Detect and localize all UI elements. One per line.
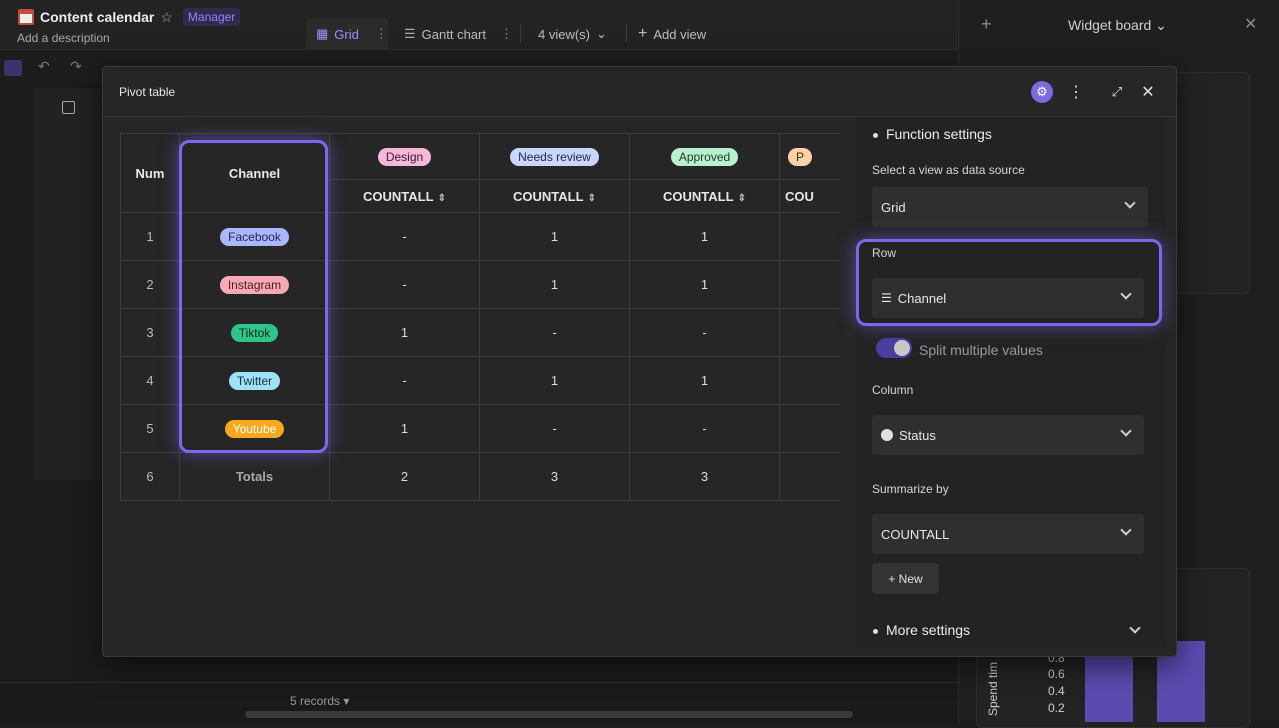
close-icon[interactable]: ✕ (1244, 14, 1257, 34)
split-values-label: Split multiple values (919, 342, 1043, 358)
sort-icon[interactable]: ⇕ (588, 193, 596, 204)
single-select-icon (881, 429, 893, 441)
divider (520, 24, 521, 42)
function-settings-heading[interactable]: Function settings (873, 126, 992, 142)
page-title: Content calendar ☆ Manager (18, 8, 241, 26)
more-icon[interactable]: ⋮ (500, 26, 513, 42)
chevron-down-icon: ⌄ (596, 26, 607, 41)
row-number: 5 (120, 404, 180, 453)
summary-header[interactable]: COUNTALL ⇕ (329, 179, 480, 213)
grid-left-panel (34, 88, 104, 480)
total-cell: 3 (629, 452, 780, 501)
redo-icon[interactable]: ↷ (70, 58, 82, 75)
column-select[interactable]: Status (872, 415, 1144, 455)
value-cell: 1 (629, 356, 780, 405)
role-badge: Manager (182, 8, 241, 26)
summarize-label: Summarize by (872, 482, 949, 496)
channel-column-highlight (179, 140, 328, 453)
divider (626, 24, 627, 42)
row-number: 4 (120, 356, 180, 405)
new-summary-button[interactable]: + New (872, 563, 939, 594)
row-number: 6 (120, 452, 180, 501)
value-cell: 1 (479, 356, 630, 405)
value-cell: - (329, 212, 480, 261)
value-cell: 1 (629, 212, 780, 261)
gear-icon[interactable]: ⚙ (1031, 81, 1053, 103)
data-source-label: Select a view as data source (872, 163, 1025, 177)
bullet-icon (873, 628, 878, 634)
tab-grid[interactable]: ▦ Grid ⋮ (306, 18, 388, 50)
more-icon[interactable]: ⋮ (375, 26, 388, 42)
value-cell: - (479, 308, 630, 357)
tab-gantt-chart[interactable]: ☰ Gantt chart ⋮ (404, 18, 513, 50)
status-tag: Approved (670, 147, 739, 166)
column-header-status: Needs review (479, 133, 630, 180)
value-cell: - (329, 356, 480, 405)
y-axis-label: Spend tim (986, 661, 1000, 716)
chevron-down-icon (1124, 197, 1136, 209)
value-cell: 1 (329, 404, 480, 453)
row-number: 2 (120, 260, 180, 309)
value-cell: - (479, 404, 630, 453)
value-cell: - (329, 260, 480, 309)
y-tick-label: 0.6 (1048, 667, 1065, 681)
collapse-icon[interactable] (4, 60, 22, 76)
views-dropdown[interactable]: 4 view(s) ⌄ (538, 18, 607, 50)
records-count[interactable]: 5 records ▾ (290, 694, 349, 708)
data-source-select[interactable]: Grid (872, 187, 1148, 227)
plus-icon: + (638, 25, 648, 42)
close-icon[interactable]: ✕ (1137, 81, 1159, 103)
row-select-highlight (856, 239, 1162, 326)
y-tick-label: 0.2 (1048, 701, 1065, 715)
y-tick-label: 0.4 (1048, 684, 1065, 698)
summary-header[interactable]: COUNTALL ⇕ (479, 179, 630, 213)
value-cell: 1 (329, 308, 480, 357)
gantt-icon: ☰ (404, 26, 416, 41)
value-cell: - (629, 404, 780, 453)
total-cell: 3 (479, 452, 630, 501)
app-header: Content calendar ☆ Manager Add a descrip… (0, 0, 958, 50)
undo-icon[interactable]: ↶ (38, 58, 50, 75)
more-settings-heading[interactable]: More settings (873, 622, 970, 638)
star-icon[interactable]: ☆ (160, 9, 173, 26)
sort-icon[interactable]: ⇕ (738, 193, 746, 204)
summarize-select[interactable]: COUNTALL (872, 514, 1144, 554)
split-values-toggle[interactable] (876, 338, 912, 358)
widget-board-title[interactable]: Widget board ⌄ (1068, 17, 1167, 34)
column-label: Column (872, 383, 914, 397)
value-cell: 1 (479, 212, 630, 261)
status-tag: P (788, 147, 813, 166)
totals-row: 6 Totals 2 3 3 (120, 452, 930, 501)
add-view-button[interactable]: + Add view (638, 18, 706, 50)
grid-icon: ▦ (316, 26, 329, 41)
column-header-status: Design (329, 133, 480, 180)
modal-title: Pivot table (119, 85, 176, 99)
chevron-down-icon (1120, 425, 1132, 437)
add-widget-icon[interactable]: + (981, 14, 992, 35)
sort-icon[interactable]: ⇕ (438, 193, 446, 204)
bullet-icon (873, 132, 878, 138)
summary-header[interactable]: COUNTALL ⇕ (629, 179, 780, 213)
select-all-checkbox[interactable] (62, 101, 75, 114)
description-field[interactable]: Add a description (17, 31, 110, 45)
horizontal-scrollbar[interactable] (245, 711, 853, 718)
column-header-status: Approved (629, 133, 780, 180)
status-tag: Design (377, 147, 432, 166)
header-num[interactable]: Num (120, 133, 180, 213)
modal-header: Pivot table ⚙ ⋮ ⤢ ✕ (103, 67, 1176, 117)
value-cell: 1 (479, 260, 630, 309)
expand-icon[interactable]: ⤢ (1106, 81, 1128, 103)
total-cell: 2 (329, 452, 480, 501)
status-tag: Needs review (510, 147, 599, 166)
row-number: 1 (120, 212, 180, 261)
value-cell: 1 (629, 260, 780, 309)
calendar-icon (18, 9, 34, 25)
more-icon[interactable]: ⋮ (1065, 81, 1087, 103)
chevron-down-icon (1120, 524, 1132, 536)
value-cell: - (629, 308, 780, 357)
row-number: 3 (120, 308, 180, 357)
totals-label: Totals (179, 452, 330, 501)
